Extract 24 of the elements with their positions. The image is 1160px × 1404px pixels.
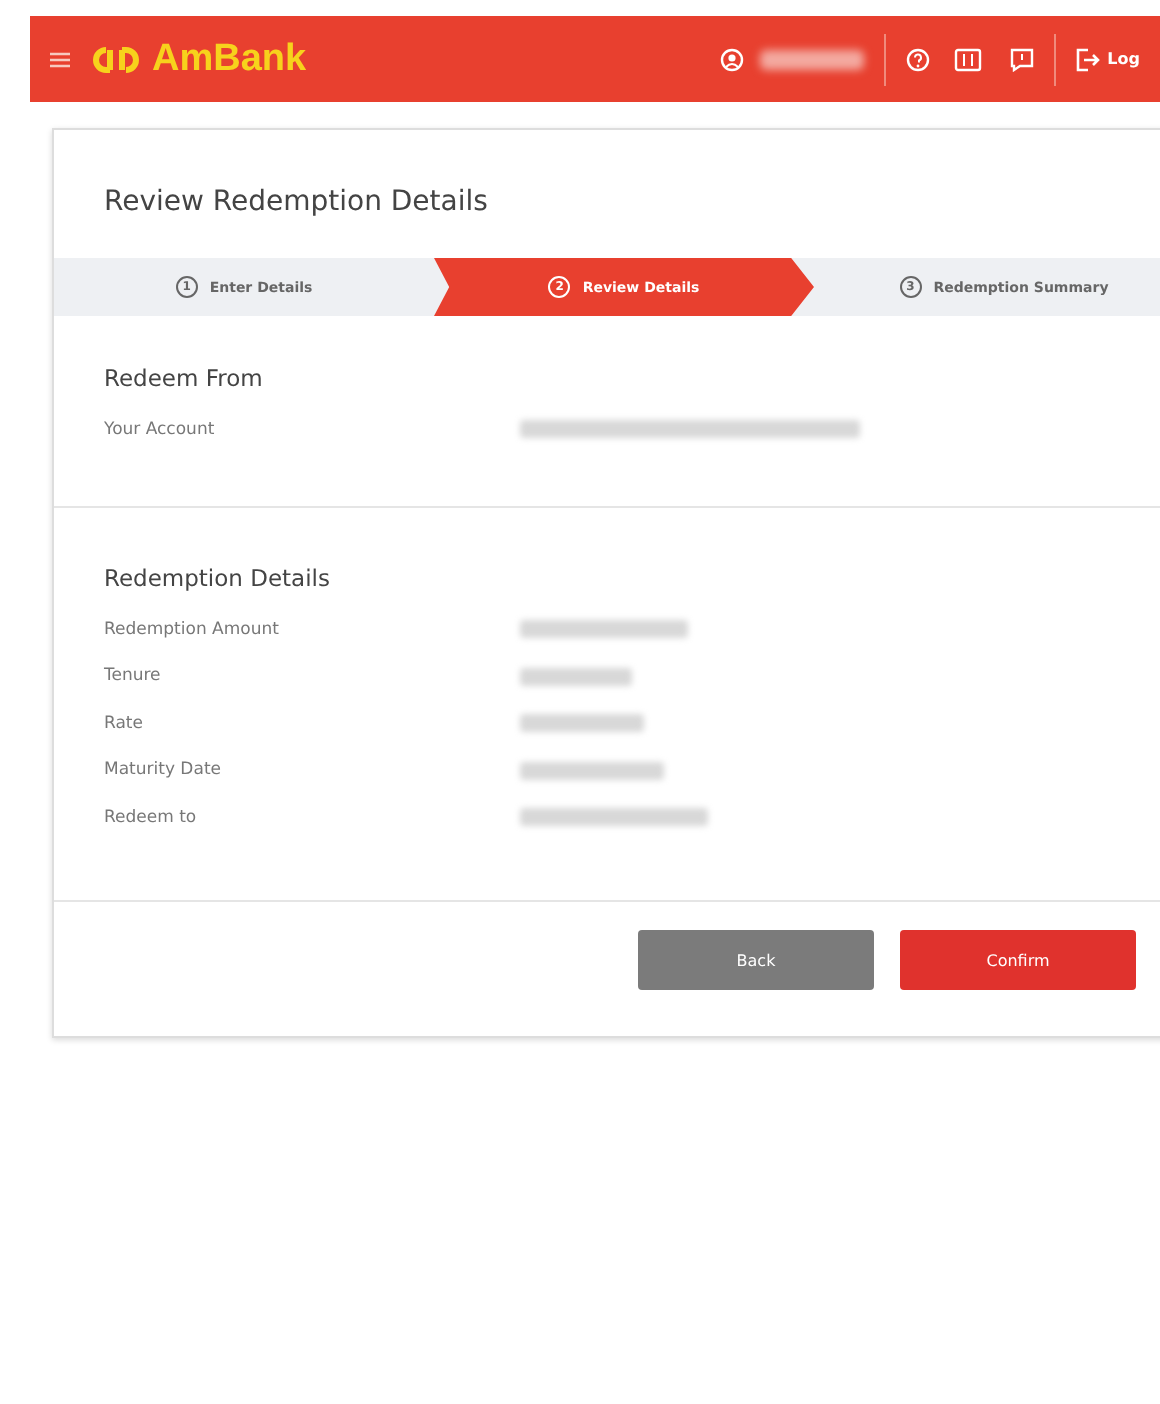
brand-name: AmBank [152,37,307,81]
redacted-value [520,714,644,733]
field-label: Redeem to [104,807,199,828]
message-icon[interactable] [1009,47,1034,71]
card-icon[interactable] [953,47,982,71]
confirm-button[interactable]: Confirm [900,930,1136,990]
logout-icon[interactable] [1075,47,1100,71]
logout-link[interactable]: Log [1107,50,1140,68]
logo-icon [90,43,142,75]
field-label: Maturity Date [104,760,223,781]
help-icon[interactable] [905,47,930,71]
menu-icon[interactable] [50,51,70,67]
page-title: Review Redemption Details [104,186,490,222]
field-label: Redemption Amount [104,619,281,640]
redacted-username [759,49,864,69]
section-title: Redeem From [104,364,265,392]
back-button[interactable]: Back [638,930,874,990]
redacted-value [520,761,664,780]
field-label: Your Account [104,419,217,440]
section-title: Redemption Details [104,564,332,592]
field-label: Rate [104,713,145,734]
field-label: Tenure [104,666,163,687]
redacted-value [520,667,632,686]
user-icon[interactable] [719,47,744,71]
